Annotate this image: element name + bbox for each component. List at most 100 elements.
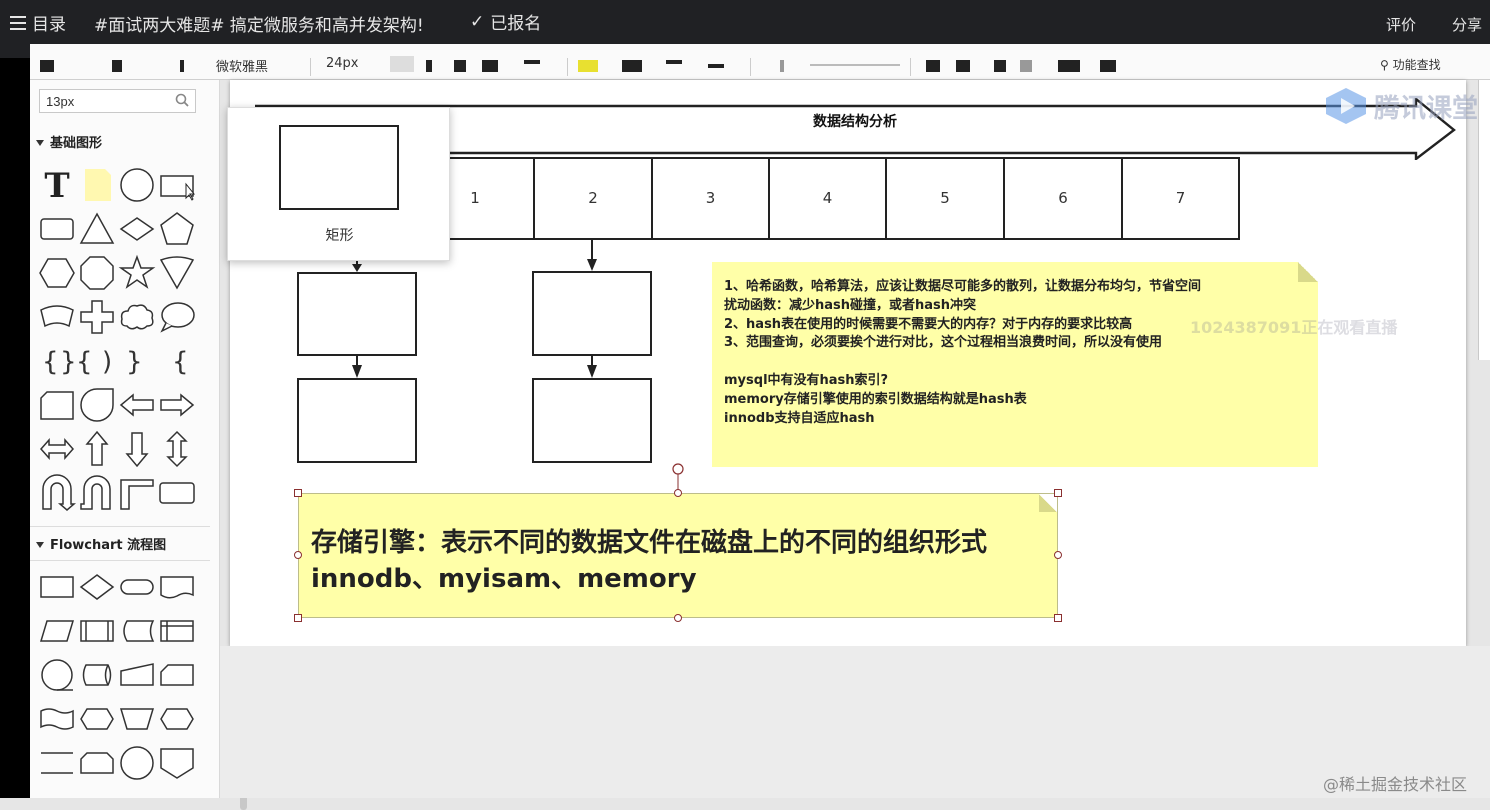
array-cell-7[interactable]: 7 [1121, 157, 1240, 240]
off-page-connector-shape-icon[interactable] [158, 744, 196, 782]
right-brace-shape-icon[interactable]: } [118, 342, 156, 380]
brace-shape-icon[interactable]: {} [38, 342, 77, 380]
send-back-icon[interactable] [956, 60, 970, 72]
line-width-icon[interactable] [666, 60, 682, 64]
menu-button[interactable]: 目录 [10, 10, 66, 35]
rounded-rect-small-shape-icon[interactable] [158, 474, 196, 512]
cloud-shape-icon[interactable] [118, 298, 156, 336]
shape-search-input[interactable] [39, 89, 196, 113]
loop-arrow-shape-icon[interactable] [78, 474, 116, 512]
decision-shape-icon[interactable] [78, 568, 116, 606]
array-cell-6[interactable]: 6 [1003, 157, 1123, 240]
resize-handle[interactable] [1054, 489, 1062, 497]
text-shape-icon[interactable]: T [38, 166, 76, 206]
document-shape-icon[interactable] [158, 568, 196, 606]
double-arrow-shape-icon[interactable] [38, 430, 76, 468]
hexagon-flow-shape-icon[interactable] [158, 700, 196, 738]
magic-icon[interactable] [1100, 60, 1116, 72]
note-shape-icon[interactable] [78, 166, 116, 204]
direct-data-shape-icon[interactable] [78, 656, 116, 694]
font-family-select[interactable]: 微软雅黑 [216, 56, 268, 75]
data-shape-icon[interactable] [38, 612, 76, 650]
list-node[interactable] [532, 378, 652, 463]
preparation-shape-icon[interactable] [78, 700, 116, 738]
font-size-select[interactable]: 24px [326, 56, 359, 71]
sequential-data-shape-icon[interactable] [38, 656, 76, 694]
speech-bubble-shape-icon[interactable] [158, 298, 196, 336]
bold-icon[interactable] [390, 56, 414, 72]
banner-shape-icon[interactable] [38, 298, 76, 336]
rectangle-shape-icon[interactable] [158, 166, 196, 204]
connector-icon[interactable] [780, 60, 784, 72]
array-cell-3[interactable]: 3 [651, 157, 770, 240]
internal-storage-shape-icon[interactable] [158, 612, 196, 650]
list-node[interactable] [297, 378, 417, 463]
star-shape-icon[interactable] [118, 254, 156, 292]
section-basic-shapes[interactable]: 基础图形 [35, 132, 102, 151]
u-turn-arrow-shape-icon[interactable] [38, 474, 77, 512]
fill-color-icon[interactable] [578, 60, 598, 72]
cross-shape-icon[interactable] [78, 298, 116, 336]
line-style-icon[interactable] [708, 64, 724, 68]
section-flowchart[interactable]: Flowchart 流程图 [35, 534, 166, 553]
search-icon[interactable] [175, 93, 189, 107]
pointer-icon[interactable] [180, 60, 184, 72]
parallel-mode-shape-icon[interactable] [38, 744, 76, 782]
teardrop-shape-icon[interactable] [78, 386, 116, 424]
connector-circle-shape-icon[interactable] [118, 744, 156, 782]
ungroup-icon[interactable] [1020, 60, 1032, 72]
resize-handle[interactable] [294, 614, 302, 622]
octagon-shape-icon[interactable] [78, 254, 116, 292]
font-color-icon[interactable] [482, 60, 498, 72]
up-down-arrow-shape-icon[interactable] [158, 430, 196, 468]
right-arrow-shape-icon[interactable] [158, 386, 196, 424]
down-arrow-shape-icon[interactable] [118, 430, 156, 468]
format-painter-icon[interactable] [112, 60, 122, 72]
bracket-shape-icon[interactable]: {) [76, 342, 116, 380]
underline-icon[interactable] [454, 60, 466, 72]
tape-shape-icon[interactable] [38, 700, 76, 738]
triangle-shape-icon[interactable] [78, 210, 116, 248]
rate-button[interactable]: 评价 [1386, 14, 1416, 35]
hexagon-shape-icon[interactable] [38, 254, 76, 292]
left-arrow-shape-icon[interactable] [118, 386, 156, 424]
undo-icon[interactable] [40, 60, 54, 72]
predefined-process-shape-icon[interactable] [78, 612, 116, 650]
array-cell-4[interactable]: 4 [768, 157, 887, 240]
card-shape-icon[interactable] [158, 656, 196, 694]
arrow-style-icon[interactable] [810, 64, 900, 66]
pentagon-shape-icon[interactable] [158, 210, 196, 248]
corner-shape-icon[interactable] [118, 474, 156, 512]
share-button[interactable]: 分享 [1452, 14, 1482, 35]
stored-data-shape-icon[interactable] [118, 612, 156, 650]
left-brace-shape-icon[interactable]: { [158, 342, 196, 380]
bring-front-icon[interactable] [926, 60, 940, 72]
link-icon[interactable] [1058, 60, 1080, 72]
resize-handle[interactable] [1054, 614, 1062, 622]
feature-search-button[interactable]: ⚲ 功能查找 [1380, 56, 1441, 73]
rotate-handle[interactable] [670, 462, 686, 492]
process-shape-icon[interactable] [38, 568, 76, 606]
align-icon[interactable] [524, 60, 540, 64]
tab-shape-icon[interactable] [38, 386, 76, 424]
resize-handle[interactable] [674, 614, 682, 622]
rounded-rect-shape-icon[interactable] [38, 210, 76, 248]
terminator-shape-icon[interactable] [118, 568, 156, 606]
italic-icon[interactable] [426, 60, 432, 72]
resize-handle[interactable] [294, 489, 302, 497]
diamond-shape-icon[interactable] [118, 210, 156, 248]
up-arrow-shape-icon[interactable] [78, 430, 116, 468]
selected-sticky-note[interactable]: 存储引擎：表示不同的数据文件在磁盘上的不同的组织形式 innodb、myisam… [298, 493, 1058, 618]
resize-handle[interactable] [1054, 551, 1062, 559]
group-icon[interactable] [994, 60, 1006, 72]
line-color-icon[interactable] [622, 60, 642, 72]
manual-input-shape-icon[interactable] [118, 656, 156, 694]
resize-handle[interactable] [294, 551, 302, 559]
shield-shape-icon[interactable] [158, 254, 196, 292]
circle-shape-icon[interactable] [118, 166, 156, 204]
delay-shape-icon[interactable] [78, 744, 116, 782]
array-cell-2[interactable]: 2 [533, 157, 653, 240]
manual-operation-shape-icon[interactable] [118, 700, 156, 738]
sticky-note[interactable]: 1、哈希函数，哈希算法，应该让数据尽可能多的散列，让数据分布均匀，节省空间 扰动… [712, 262, 1318, 467]
array-cell-5[interactable]: 5 [885, 157, 1005, 240]
